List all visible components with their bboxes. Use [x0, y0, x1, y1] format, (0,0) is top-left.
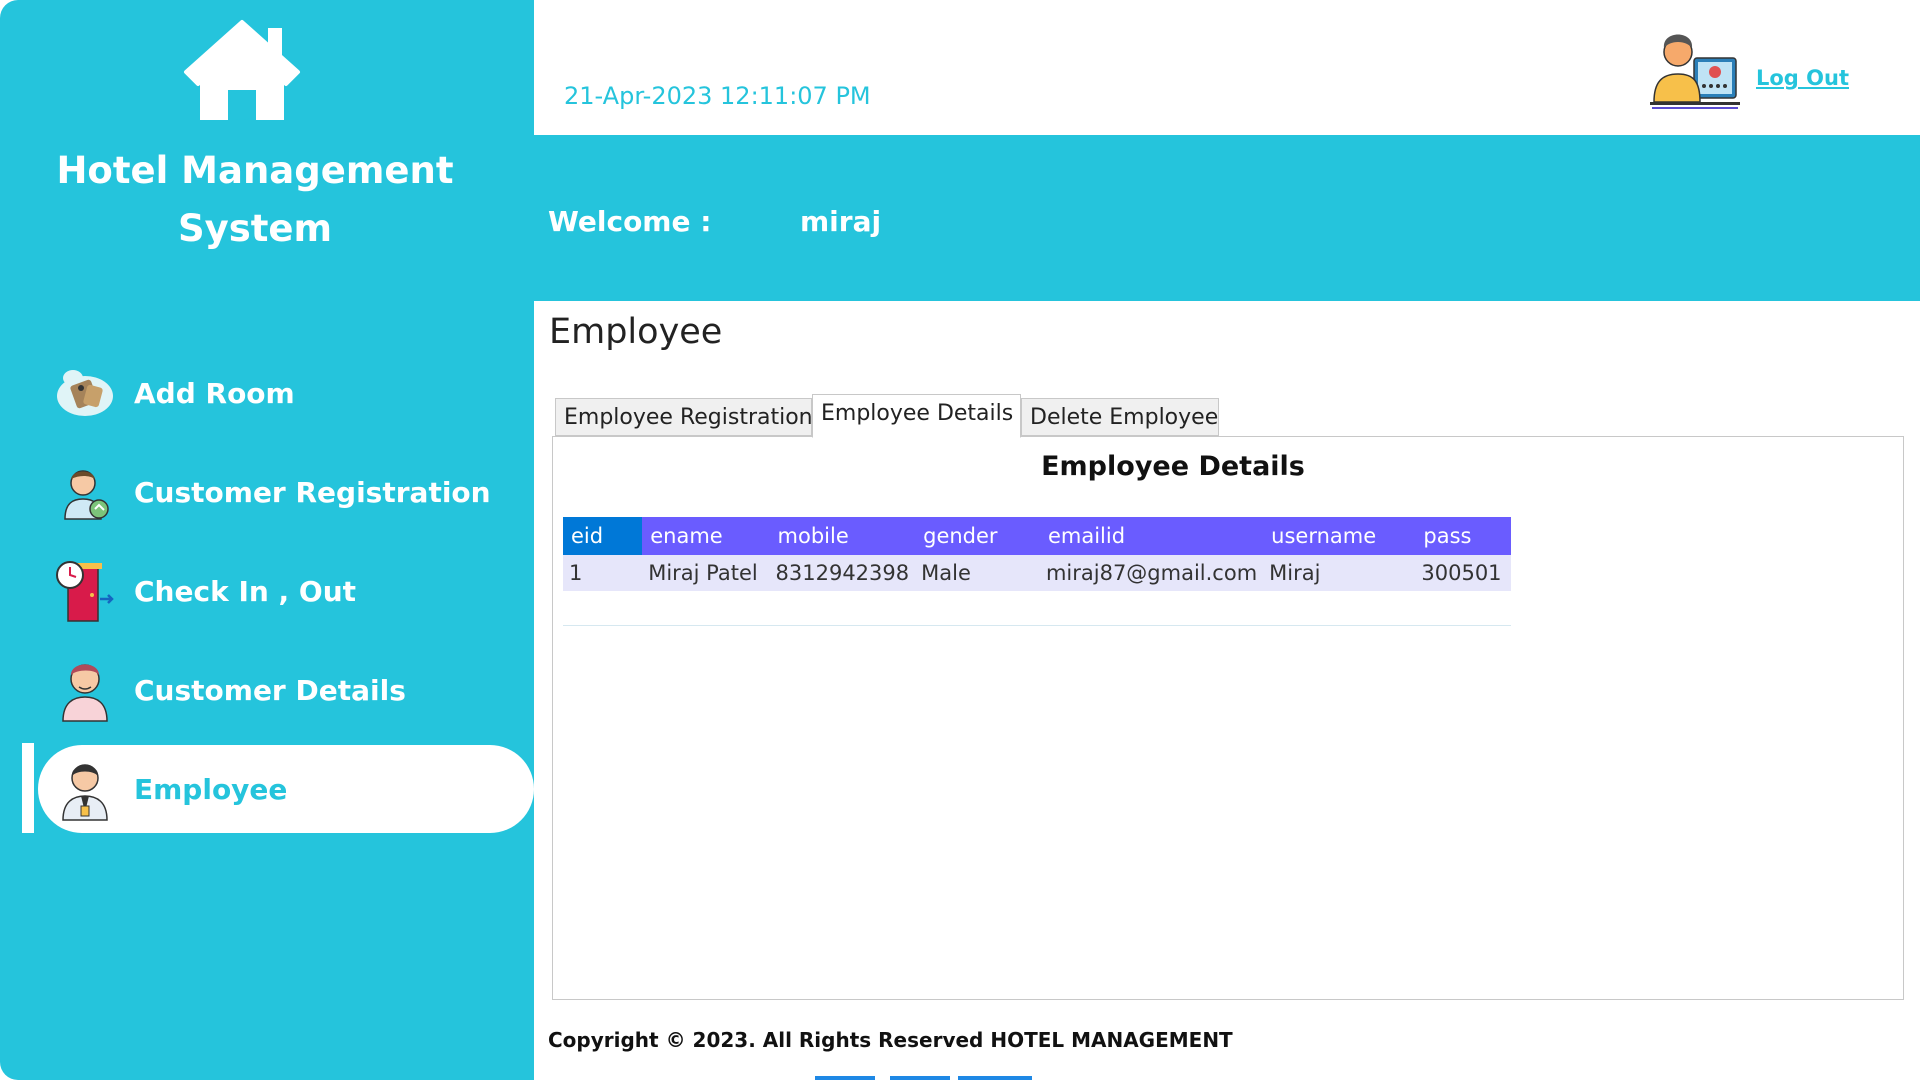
datetime-display: 21-Apr-2023 12:11:07 PM — [564, 82, 871, 110]
door-clock-icon — [50, 556, 120, 626]
table-cell[interactable]: Miraj — [1263, 555, 1416, 591]
sidebar-item-add-room[interactable]: Add Room — [38, 349, 534, 437]
sidebar-item-label: Add Room — [134, 376, 295, 410]
table-cell[interactable]: Male — [915, 555, 1040, 591]
room-key-icon — [50, 358, 120, 428]
table-cell[interactable]: miraj87@gmail.com — [1039, 555, 1264, 591]
column-header[interactable]: username — [1263, 517, 1416, 555]
sidebar-item-customer-details[interactable]: Customer Details — [38, 646, 534, 734]
sidebar-item-employee[interactable]: Employee — [38, 745, 534, 833]
taskbar-indicator — [958, 1076, 1032, 1080]
column-header[interactable]: pass — [1415, 517, 1511, 555]
column-header[interactable]: eid — [563, 517, 643, 555]
table-header-row: eid ename mobile gender emailid username… — [563, 517, 1511, 555]
sidebar-item-customer-registration[interactable]: Customer Registration — [38, 448, 534, 536]
welcome-bar: Welcome : miraj — [534, 135, 1920, 301]
table-cell[interactable]: 8312942398 — [769, 555, 916, 591]
employee-table[interactable]: eid ename mobile gender emailid username… — [563, 517, 1511, 591]
table-cell[interactable]: Miraj Patel — [642, 555, 770, 591]
column-header[interactable]: mobile — [769, 517, 916, 555]
tab-panel-employee-details: Employee Details eid ename mobile gender… — [552, 436, 1904, 1000]
table-cell[interactable]: 1 — [563, 555, 643, 591]
logout-link[interactable]: Log Out — [1756, 66, 1849, 90]
customer-register-icon — [50, 457, 120, 527]
column-header[interactable]: ename — [642, 517, 770, 555]
sidebar-item-label: Check In , Out — [134, 574, 357, 608]
table-bottom-divider — [563, 625, 1511, 626]
sidebar-item-label: Employee — [134, 772, 288, 806]
active-nav-marker — [22, 743, 34, 833]
taskbar-indicator — [890, 1076, 950, 1080]
footer-copyright: Copyright © 2023. All Rights Reserved HO… — [548, 1028, 1233, 1052]
panel-title: Employee Details — [1041, 451, 1305, 482]
tab-employee-details[interactable]: Employee Details — [812, 394, 1021, 438]
tab-employee-registration[interactable]: Employee Registration — [555, 398, 813, 436]
employee-icon — [50, 754, 120, 824]
user-avatar-icon — [1650, 22, 1742, 110]
sidebar-item-label: Customer Registration — [134, 475, 491, 509]
sidebar: Hotel Management System Add Room Custome… — [0, 0, 534, 1080]
sidebar-item-check-in-out[interactable]: Check In , Out — [38, 547, 534, 635]
tab-delete-employee[interactable]: Delete Employee — [1021, 398, 1219, 436]
home-icon — [180, 18, 304, 124]
header: 21-Apr-2023 12:11:07 PM Log Out — [534, 0, 1920, 135]
app-window: Hotel Management System Add Room Custome… — [0, 0, 1920, 1080]
sidebar-item-label: Customer Details — [134, 673, 406, 707]
table-row[interactable]: 1 Miraj Patel 8312942398 Male miraj87@gm… — [563, 555, 1511, 591]
column-header[interactable]: gender — [915, 517, 1040, 555]
welcome-username: miraj — [800, 205, 882, 238]
taskbar-indicator — [815, 1076, 875, 1080]
page-title: Employee — [549, 312, 723, 352]
welcome-label: Welcome : — [548, 205, 712, 238]
customer-icon — [50, 655, 120, 725]
table-cell[interactable]: 300501 — [1415, 555, 1511, 591]
column-header[interactable]: emailid — [1039, 517, 1264, 555]
app-title: Hotel Management System — [56, 149, 454, 250]
